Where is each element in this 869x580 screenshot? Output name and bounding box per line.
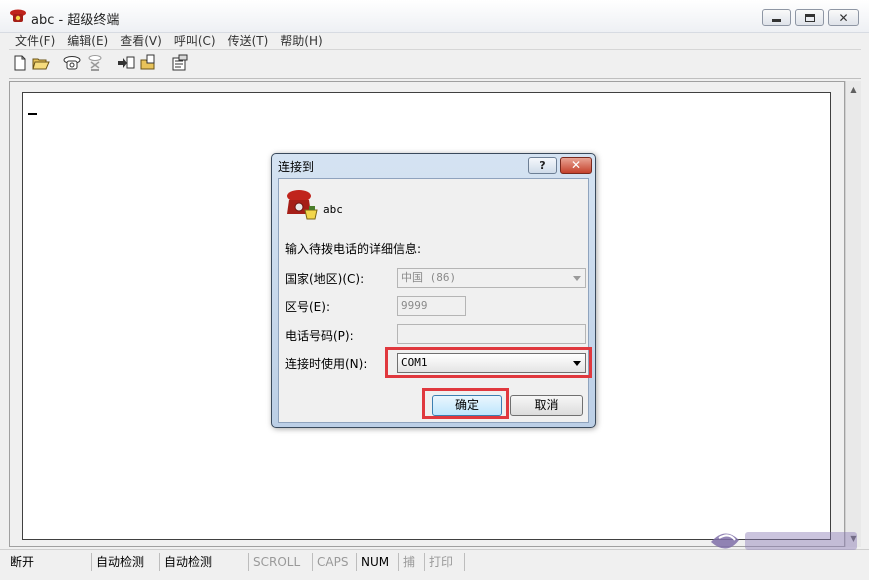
send-icon[interactable] [117,54,135,72]
phone-icon [10,9,26,22]
close-icon: ✕ [838,10,849,25]
menu-view[interactable]: 查看(V) [114,32,168,49]
status-scroll: SCROLL [249,553,313,571]
status-num: NUM [357,553,399,571]
status-capture: 捕 [399,553,425,571]
menu-edit[interactable]: 编辑(E) [61,32,114,49]
minimize-button[interactable] [762,9,791,26]
vertical-scrollbar[interactable]: ▲ ▼ [845,81,861,547]
connect-to-dialog: 连接到 ? ✕ abc 输入待拨电话的详细信息: 国家(地区)(C): 中国 (… [271,153,596,428]
status-connection: 断开 [6,553,92,571]
phone-number-label: 电话号码(P): [285,329,354,343]
help-button[interactable]: ? [528,157,557,174]
cancel-button[interactable]: 取消 [510,395,583,416]
toolbar [9,52,861,76]
open-folder-icon[interactable] [32,54,50,72]
status-detect-1: 自动检测 [92,553,160,571]
window-title: abc - 超级终端 [31,13,120,28]
close-icon: ✕ [570,158,582,172]
connection-name: abc [323,203,343,216]
close-button[interactable]: ✕ [828,9,859,26]
connect-using-value: COM1 [401,356,428,369]
properties-icon[interactable] [171,54,189,72]
chevron-down-icon [573,361,581,366]
status-caps: CAPS [313,553,357,571]
dialog-prompt: 输入待拨电话的详细信息: [285,242,422,256]
toolbar-divider [9,78,861,79]
area-code-value: 9999 [401,299,428,312]
country-label: 国家(地区)(C): [285,272,365,286]
receive-icon[interactable] [140,54,158,72]
connection-phone-icon [287,190,318,220]
country-select: 中国 (86) [397,268,586,288]
dialog-body: abc 输入待拨电话的详细信息: 国家(地区)(C): 中国 (86) 区号(E… [278,178,589,423]
maximize-button[interactable] [795,9,824,26]
area-code-field: 9999 [397,296,466,316]
chevron-down-icon [573,276,581,281]
status-print: 打印 [425,553,465,571]
phone-number-field [397,324,586,344]
scroll-up-icon[interactable]: ▲ [846,81,861,98]
country-value: 中国 (86) [401,271,457,284]
dialog-title: 连接到 [278,160,315,174]
ok-button[interactable]: 确定 [432,395,502,416]
menu-bar: 文件(F) 编辑(E) 查看(V) 呼叫(C) 传送(T) 帮助(H) [9,31,861,49]
menu-call[interactable]: 呼叫(C) [168,32,222,49]
status-detect-2: 自动检测 [160,553,249,571]
text-cursor [28,113,37,115]
connect-using-label: 连接时使用(N): [285,357,368,371]
area-code-label: 区号(E): [285,300,330,314]
minimize-icon [772,19,781,22]
help-icon: ? [539,159,546,172]
menu-file[interactable]: 文件(F) [9,32,61,49]
disconnect-icon[interactable] [86,54,104,72]
new-file-icon[interactable] [11,54,29,72]
watermark-logo [711,532,857,550]
call-icon[interactable] [63,54,81,72]
menu-divider [9,49,861,50]
menu-transfer[interactable]: 传送(T) [222,32,275,49]
connect-using-select[interactable]: COM1 [397,353,586,373]
menu-help[interactable]: 帮助(H) [274,32,328,49]
maximize-icon [804,13,815,22]
title-bar: abc - 超级终端 ✕ [0,0,869,33]
dialog-close-button[interactable]: ✕ [560,157,592,174]
